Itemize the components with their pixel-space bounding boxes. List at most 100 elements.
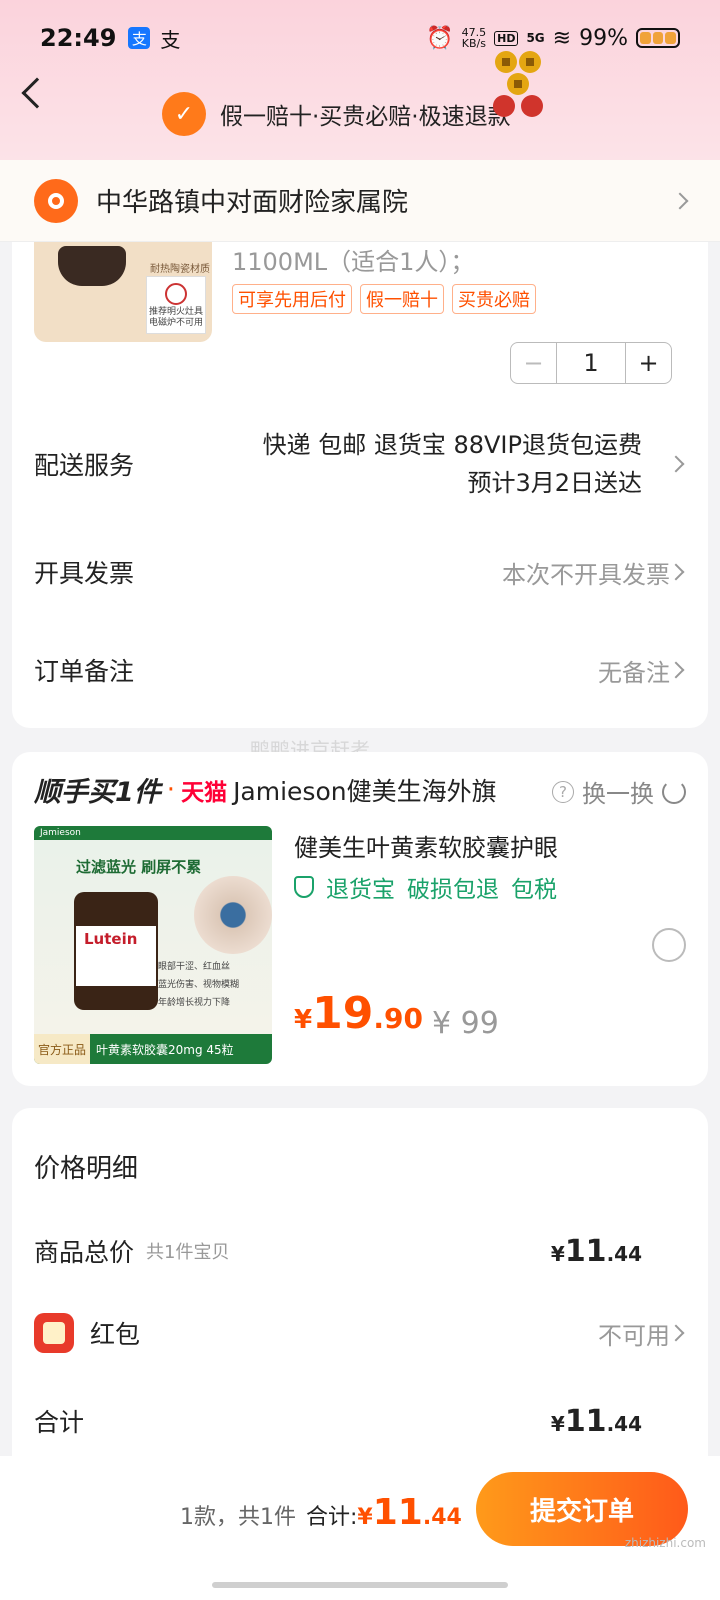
checkout-summary: 1款，共1件 合计: ¥ 11 .44 [180, 1492, 462, 1533]
price-currency: ¥ [357, 1505, 373, 1530]
image-top-strip: Jamieson [34, 826, 272, 840]
eye-image [194, 876, 272, 954]
order-item-card: 耐热陶瓷材质 推荐明火灶具 电磁炉不可用 1100ML（适合1人）； 可享先用后… [12, 242, 708, 728]
status-right: ⏰ 47.5 KB/s HD 5G ≋ 99% [426, 26, 680, 51]
net-speed-unit: KB/s [461, 37, 486, 50]
checkout-total: ¥ 11 .44 [357, 1492, 461, 1533]
invoice-value: 本次不开具发票 [502, 560, 670, 589]
wifi-icon: ≋ [552, 25, 572, 51]
price-currency: ¥ [550, 1241, 565, 1266]
total-row: 合计 ¥ 11 .44 [34, 1396, 686, 1446]
back-icon[interactable] [21, 77, 53, 109]
product-spec: 1100ML（适合1人）； [232, 248, 475, 276]
product-tag: 买贵必赔 [452, 284, 536, 314]
note-label: 订单备注 [34, 657, 135, 686]
product-tags: 可享先用后付 假一赔十 买贵必赔 [232, 284, 536, 314]
addon-badges: 退货宝 破损包退 包税 [294, 870, 557, 904]
chevron-right-icon [667, 661, 685, 679]
addon-price: ¥ 19 .90 [294, 988, 423, 1039]
red-envelope-icon [34, 1313, 74, 1353]
question-icon[interactable]: ? [552, 780, 574, 803]
bottle-label-text: Lutein [84, 930, 138, 948]
address-bar[interactable]: 中华路镇中对面财险家属院 [0, 160, 720, 242]
addon-original-price: ¥ 99 [432, 1006, 499, 1041]
tmall-logo: 天猫 [181, 779, 228, 806]
guarantee-banner: ✓ 假一赔十·买贵必赔·极速退款 [162, 92, 511, 136]
goods-total-row: 商品总价 共1件宝贝 ¥ 11 .44 [34, 1226, 686, 1276]
price-decimal: .44 [422, 1505, 462, 1530]
price-decimal: .44 [606, 1411, 642, 1436]
image-slogan: 过滤蓝光 刷屏不累 [76, 858, 202, 876]
addon-product-image[interactable]: Jamieson 过滤蓝光 刷屏不累 Lutein 眼部干涩、红血丝 蓝光伤害、… [34, 826, 272, 1064]
separator-dot: · [166, 774, 176, 805]
signal-icon: 5G [526, 31, 545, 45]
product-image[interactable]: 耐热陶瓷材质 推荐明火灶具 电磁炉不可用 [34, 242, 212, 342]
goods-total-label: 商品总价 [34, 1238, 135, 1267]
image-bullets: 眼部干涩、红血丝 蓝光伤害、视物模糊 年龄增长视力下降 [158, 958, 239, 1012]
item-count: 1款，共1件 [180, 1505, 296, 1530]
chevron-right-icon [667, 1324, 685, 1342]
chevron-right-icon [667, 563, 685, 581]
swap-button[interactable]: ? 换一换 [552, 774, 686, 809]
goods-count: 共1件宝贝 [146, 1242, 230, 1263]
product-image-note: 推荐明火灶具 电磁炉不可用 [149, 307, 204, 328]
delivery-line2: 预计3月2日送达 [467, 469, 642, 497]
addon-product-title[interactable]: 健美生叶黄素软胶囊护眼 [294, 828, 558, 863]
delivery-row[interactable]: 配送服务 快递 包邮 退货宝 88VIP退货包运费 预计3月2日送达 [34, 412, 686, 516]
shield-icon [294, 876, 314, 898]
addon-badge: 破损包退 [407, 877, 499, 903]
quantity-stepper: − 1 + [510, 342, 672, 384]
home-indicator[interactable] [212, 1582, 508, 1588]
clay-pot-image [58, 246, 126, 286]
addon-card: 顺手买1件 · 天猫 Jamieson健美生海外旗 ? 换一换 Jamieson… [12, 752, 708, 1086]
shop-name[interactable]: Jamieson健美生海外旗 [233, 772, 497, 808]
price-currency: ¥ [550, 1411, 565, 1436]
addon-brand: 顺手买1件 [34, 777, 161, 808]
submit-order-button[interactable]: 提交订单 [476, 1472, 688, 1546]
shield-check-icon: ✓ [162, 92, 206, 136]
prohibited-icon [165, 283, 187, 305]
checkout-total-label: 合计: [306, 1505, 358, 1530]
image-logo: Jamieson [40, 828, 81, 838]
redpack-row[interactable]: 红包 不可用 [34, 1308, 686, 1358]
image-bullet: 蓝光伤害、视物模糊 [158, 980, 240, 990]
guarantee-text: 假一赔十·买贵必赔·极速退款 [220, 104, 511, 130]
delivery-line1: 快递 包邮 退货宝 88VIP退货包运费 [262, 431, 642, 459]
checkout-bar: 1款，共1件 合计: ¥ 11 .44 提交订单 zhizhizhi.com [0, 1456, 720, 1600]
increase-button[interactable]: + [625, 343, 671, 383]
addon-select-radio[interactable] [652, 928, 686, 962]
price-decimal: .44 [606, 1241, 642, 1266]
note-value: 无备注 [598, 658, 670, 687]
price-decimal: .90 [373, 1002, 423, 1035]
product-tag: 可享先用后付 [232, 284, 352, 314]
swap-label: 换一换 [582, 780, 654, 808]
alipay-icon: 支 [128, 27, 151, 49]
price-integer: 11 [564, 1233, 607, 1269]
battery-text: 99% [579, 25, 628, 51]
quantity-value[interactable]: 1 [557, 343, 625, 383]
goods-total-price: ¥ 11 .44 [551, 1234, 642, 1269]
hd-icon: HD [494, 30, 519, 46]
chevron-right-icon [671, 192, 689, 209]
note-row[interactable]: 订单备注 无备注 [34, 640, 686, 700]
product-image-tag: 耐热陶瓷材质 [150, 264, 210, 275]
battery-icon [636, 28, 680, 48]
price-integer: 11 [564, 1403, 607, 1439]
status-bar: 22:49 支 支 ⏰ 47.5 KB/s HD 5G ≋ 99% [40, 18, 680, 58]
invoice-row[interactable]: 开具发票 本次不开具发票 [34, 542, 686, 602]
top-bar: 22:49 支 支 ⏰ 47.5 KB/s HD 5G ≋ 99% ✓ 假一赔十·… [0, 0, 720, 160]
net-speed: 47.5 KB/s [462, 27, 487, 49]
total-price: ¥ 11 .44 [551, 1404, 642, 1439]
delivery-value: 快递 包邮 退货宝 88VIP退货包运费 预计3月2日送达 [263, 426, 642, 502]
alipay-outline-icon: 支 [160, 27, 181, 52]
total-label: 合计 [34, 1408, 85, 1437]
addon-badge: 包税 [511, 877, 557, 903]
product-image-note-box: 推荐明火灶具 电磁炉不可用 [146, 276, 206, 334]
addon-badge: 退货宝 [326, 877, 395, 903]
refresh-icon [662, 779, 686, 804]
decrease-button[interactable]: − [511, 343, 557, 383]
status-time: 22:49 [40, 24, 117, 52]
price-integer: 19 [312, 988, 374, 1039]
price-detail-title: 价格明细 [34, 1154, 139, 1184]
image-bullet: 眼部干涩、红血丝 [158, 962, 231, 972]
